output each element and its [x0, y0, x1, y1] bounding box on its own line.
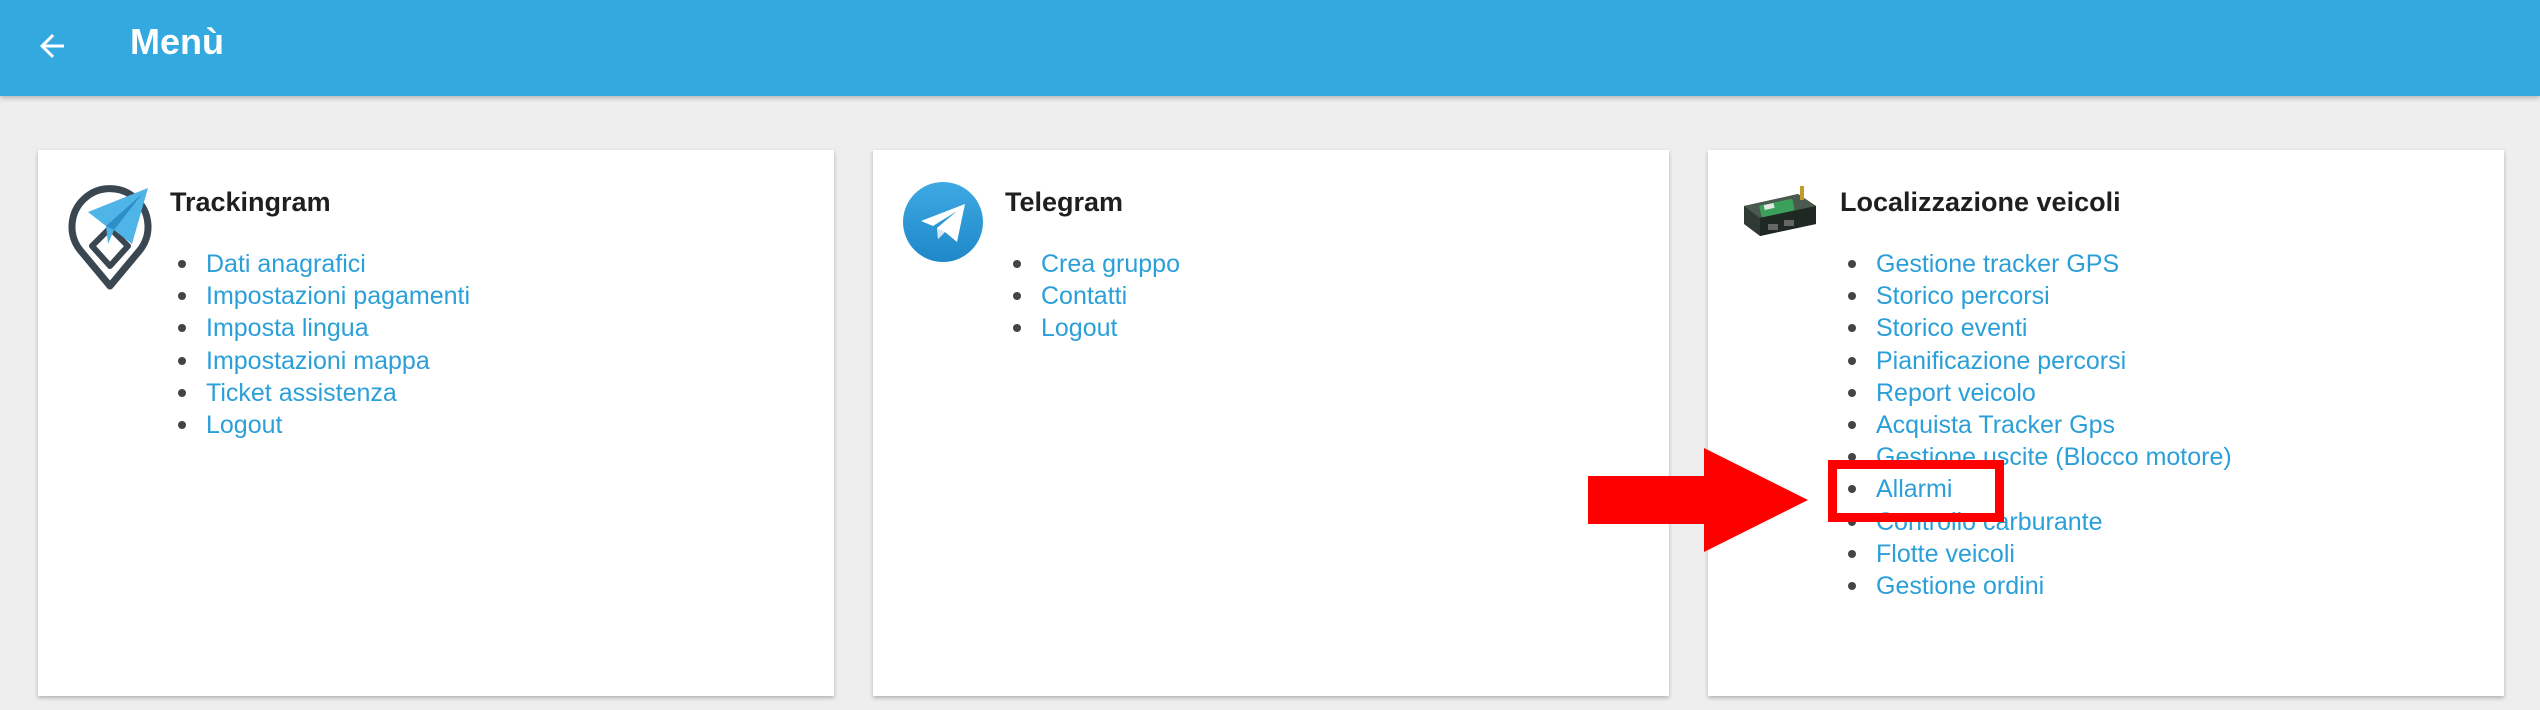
bullet: [1848, 549, 1856, 558]
card-title: Localizzazione veicoli: [1840, 187, 2121, 217]
bullet: [1848, 324, 1856, 333]
arrow-left-icon: [40, 34, 64, 58]
bullet: [1848, 356, 1856, 365]
menu-link-ticket-assistenza[interactable]: Ticket assistenza: [206, 379, 397, 407]
list-item: Imposta lingua: [172, 312, 470, 344]
menu-list: Gestione tracker GPS Storico percorsi St…: [1842, 248, 2232, 602]
card-title: Telegram: [1005, 187, 1124, 217]
list-item: Contatti: [1007, 280, 1180, 312]
menu-link-gestione-tracker-gps[interactable]: Gestione tracker GPS: [1876, 250, 2119, 278]
menu-link-imposta-lingua[interactable]: Imposta lingua: [206, 314, 369, 342]
app-bar: Menù: [0, 0, 2540, 96]
menu-link-impostazioni-pagamenti[interactable]: Impostazioni pagamenti: [206, 282, 470, 310]
list-item: Gestione ordini: [1842, 570, 2232, 602]
back-button[interactable]: [24, 18, 80, 74]
menu-link-report-veicolo[interactable]: Report veicolo: [1876, 379, 2036, 407]
menu-link-flotte-veicoli[interactable]: Flotte veicoli: [1876, 540, 2015, 568]
bullet: [1013, 260, 1021, 268]
menu-link-contatti[interactable]: Contatti: [1041, 282, 1127, 310]
menu-link-gestione-ordini[interactable]: Gestione ordini: [1876, 572, 2044, 600]
bullet: [178, 324, 186, 333]
bullet: [178, 420, 186, 429]
card-localizzazione-veicoli: Localizzazione veicoli Gestione tracker …: [1708, 150, 2504, 696]
list-item: Gestione tracker GPS: [1842, 248, 2232, 280]
gps-tracker-device-icon: [1738, 184, 1822, 294]
menu-link-dati-anagrafici[interactable]: Dati anagrafici: [206, 250, 366, 278]
page-title: Menù: [130, 21, 224, 62]
bullet: [1848, 388, 1856, 397]
telegram-logo-icon: [903, 180, 987, 290]
list-item: Storico percorsi: [1842, 280, 2232, 312]
list-item: Report veicolo: [1842, 377, 2232, 409]
red-arrow-icon: [1588, 448, 1808, 552]
list-item: Storico eventi: [1842, 312, 2232, 344]
menu-link-storico-eventi[interactable]: Storico eventi: [1876, 314, 2027, 342]
list-item: Acquista Tracker Gps: [1842, 409, 2232, 441]
card-trackingram: Trackingram Dati anagrafici Impostazioni…: [38, 150, 834, 696]
menu-link-logout[interactable]: Logout: [206, 411, 282, 439]
list-item: Crea gruppo: [1007, 248, 1180, 280]
highlight-box-allarmi: [1828, 460, 2004, 522]
list-item: Impostazioni mappa: [172, 345, 470, 377]
bullet: [178, 356, 186, 365]
list-item: Flotte veicoli: [1842, 538, 2232, 570]
bullet: [1848, 292, 1856, 301]
bullet: [178, 388, 186, 397]
list-item: Logout: [172, 409, 470, 441]
menu-link-logout[interactable]: Logout: [1041, 314, 1117, 342]
bullet: [1013, 292, 1021, 301]
list-item: Impostazioni pagamenti: [172, 280, 470, 312]
bullet: [178, 292, 186, 301]
bullet: [1848, 420, 1856, 429]
trackingram-logo-icon: [68, 180, 152, 290]
menu-list: Crea gruppo Contatti Logout: [1007, 248, 1180, 345]
menu-link-storico-percorsi[interactable]: Storico percorsi: [1876, 282, 2050, 310]
menu-list: Dati anagrafici Impostazioni pagamenti I…: [172, 248, 470, 441]
list-item: Dati anagrafici: [172, 248, 470, 280]
card-title: Trackingram: [170, 187, 331, 217]
menu-link-crea-gruppo[interactable]: Crea gruppo: [1041, 250, 1180, 278]
bullet: [1848, 260, 1856, 268]
bullet: [1848, 581, 1856, 590]
menu-link-pianificazione-percorsi[interactable]: Pianificazione percorsi: [1876, 347, 2126, 375]
bullet: [178, 260, 186, 268]
menu-link-acquista-tracker-gps[interactable]: Acquista Tracker Gps: [1876, 411, 2115, 439]
bullet: [1013, 324, 1021, 333]
card-telegram: Telegram Crea gruppo Contatti Logout: [873, 150, 1669, 696]
list-item: Ticket assistenza: [172, 377, 470, 409]
list-item: Logout: [1007, 312, 1180, 344]
menu-link-impostazioni-mappa[interactable]: Impostazioni mappa: [206, 347, 430, 375]
list-item: Pianificazione percorsi: [1842, 345, 2232, 377]
